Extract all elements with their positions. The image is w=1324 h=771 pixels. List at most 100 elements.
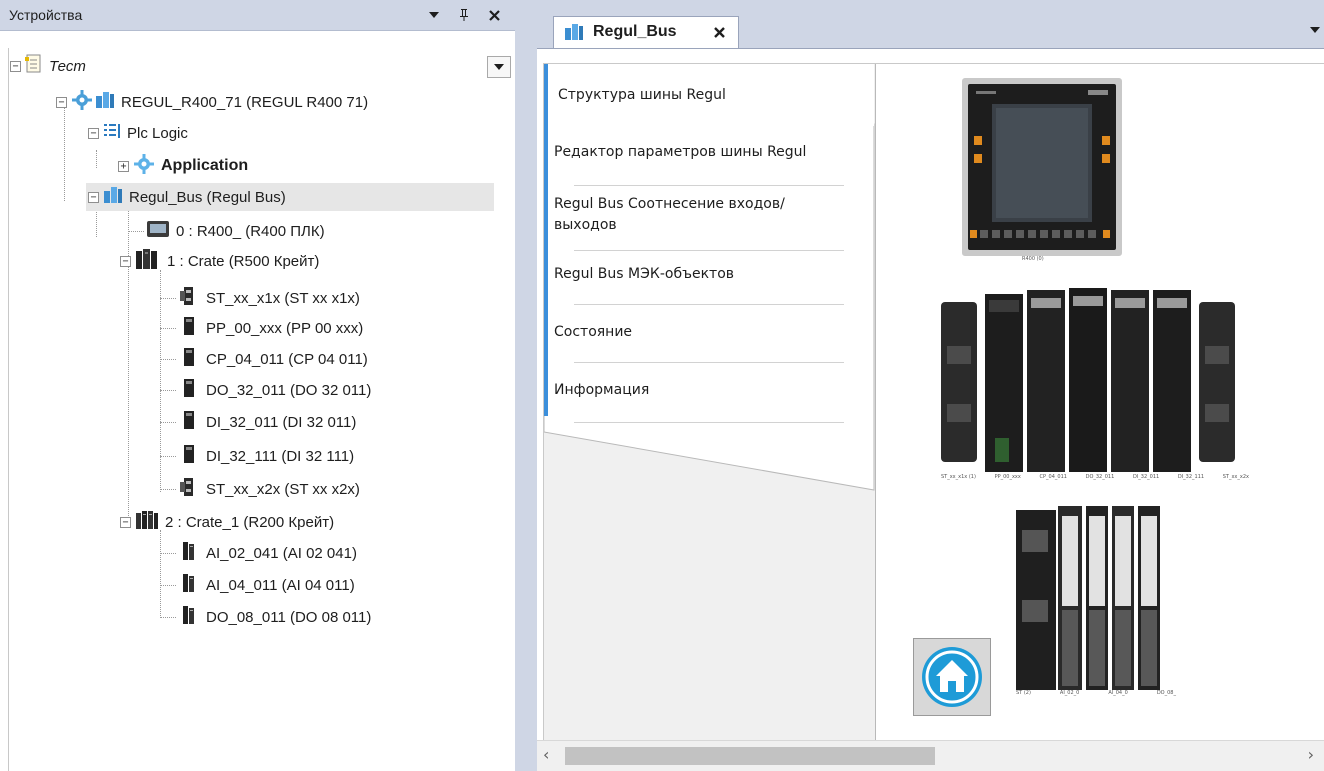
home-icon bbox=[922, 647, 982, 707]
tree-label: Regul_Bus (Regul Bus) bbox=[129, 188, 286, 206]
tab-overflow-dropdown-icon[interactable] bbox=[1310, 22, 1320, 36]
r500-crate-image[interactable]: ST_xx_x1x (1) PP_00_xxx CP_04_011 DO_32_… bbox=[941, 286, 1249, 488]
module-icon bbox=[178, 443, 200, 469]
vtab-bus-params-editor[interactable]: Редактор параметров шины Regul bbox=[544, 134, 874, 174]
home-button[interactable] bbox=[913, 638, 991, 716]
tree-label: Plc Logic bbox=[127, 124, 188, 142]
collapse-toggle[interactable]: − bbox=[88, 191, 99, 203]
vtab-label: Редактор параметров шины Regul bbox=[554, 144, 807, 160]
vtab-bus-structure[interactable]: Структура шины Regul bbox=[544, 64, 874, 126]
tree-label: CP_04_011 (CP 04 011) bbox=[206, 350, 368, 368]
application-gear-icon bbox=[133, 153, 155, 179]
vtab-label: Структура шины Regul bbox=[558, 87, 726, 103]
image-caption: DO_32_011 bbox=[1085, 474, 1115, 480]
tree-node-project[interactable]: − Тест bbox=[10, 52, 86, 80]
tab-close-icon[interactable] bbox=[714, 23, 725, 42]
tree-label: REGUL_R400_71 (REGUL R400 71) bbox=[121, 93, 369, 111]
tree-node-module[interactable]: PP_00_xxx (PP 00 xxx) bbox=[178, 314, 363, 342]
chevron-down-icon bbox=[494, 64, 504, 70]
tab-strip: Regul_Bus bbox=[531, 0, 1324, 48]
collapse-toggle[interactable]: − bbox=[88, 127, 99, 139]
tree-node-module[interactable]: ST_xx_x2x (ST xx x2x) bbox=[178, 475, 360, 503]
controller-module-icon bbox=[146, 219, 170, 243]
module-r200-icon bbox=[178, 604, 200, 630]
tree-node-plc[interactable]: − REGUL_R400_71 (REGUL R400 71) bbox=[56, 88, 368, 116]
editor-body: Структура шины Regul Редактор параметров… bbox=[537, 48, 1324, 771]
tree-label: DO_08_011 (DO 08 011) bbox=[206, 608, 372, 626]
tree-node-module[interactable]: DI_32_011 (DI 32 011) bbox=[178, 408, 356, 436]
dropdown-triangle-icon[interactable] bbox=[424, 5, 444, 25]
expand-toggle[interactable]: + bbox=[118, 160, 129, 172]
module-icon bbox=[178, 346, 200, 372]
r200-crate-image[interactable]: ST (2) AI_02_0 AI_04_0 DO_08_ bbox=[1016, 500, 1176, 710]
tree-label: 0 : R400_ (R400 ПЛК) bbox=[176, 222, 325, 240]
image-caption: ST_xx_x1x (1) bbox=[941, 474, 976, 480]
scroll-right-icon[interactable]: › bbox=[1308, 745, 1314, 764]
tree-node-module[interactable]: ST_xx_x1x (ST xx x1x) bbox=[178, 284, 360, 312]
tree-label: DI_32_011 (DI 32 011) bbox=[206, 413, 357, 431]
bus-icon bbox=[564, 22, 584, 46]
module-icon bbox=[178, 377, 200, 403]
image-caption: PP_00_xxx bbox=[994, 474, 1021, 480]
gear-icon bbox=[71, 89, 93, 115]
tree-label: Application bbox=[161, 157, 249, 174]
module-icon bbox=[178, 409, 200, 435]
tree-node-plc-logic[interactable]: − Plc Logic bbox=[88, 119, 188, 147]
editor-area: Regul_Bus Структура шины Regul Редактор … bbox=[531, 0, 1324, 771]
tree-node-application[interactable]: + Application bbox=[118, 152, 248, 180]
plc-device-icon bbox=[95, 90, 115, 114]
tree-node-module[interactable]: DO_08_011 (DO 08 011) bbox=[178, 603, 371, 631]
bus-structure-view: Структура шины Regul Редактор параметров… bbox=[543, 63, 1324, 746]
scroll-left-icon[interactable]: ‹ bbox=[543, 745, 549, 764]
panel-splitter[interactable] bbox=[515, 0, 531, 771]
tree-label: AI_02_041 (AI 02 041) bbox=[206, 544, 357, 562]
scrollbar-thumb[interactable] bbox=[565, 747, 935, 765]
tree-label: PP_00_xxx (PP 00 xxx) bbox=[206, 319, 364, 337]
tree-node-module[interactable]: AI_04_011 (AI 04 011) bbox=[178, 571, 355, 599]
image-caption: AI_02_0 bbox=[1059, 690, 1080, 696]
tree-node-module[interactable]: CP_04_011 (CP 04 011) bbox=[178, 345, 368, 373]
r400-panel-image[interactable]: R400 (0) bbox=[962, 78, 1122, 268]
crate-icon bbox=[135, 248, 161, 274]
vtab-io-mapping[interactable]: Regul Bus Соотнесение входов/выходов bbox=[544, 190, 874, 244]
tab-regul-bus[interactable]: Regul_Bus bbox=[553, 16, 739, 48]
vtab-label: Regul Bus МЭК-объектов bbox=[554, 266, 735, 282]
vtab-information[interactable]: Информация bbox=[544, 372, 874, 412]
tree-node-module[interactable]: DO_32_011 (DO 32 011) bbox=[178, 376, 371, 404]
image-caption: ST (2) bbox=[1016, 690, 1031, 696]
crate-r200-icon bbox=[135, 509, 159, 535]
tree-node-module[interactable]: AI_02_041 (AI 02 041) bbox=[178, 539, 357, 567]
image-caption: AI_04_0 bbox=[1108, 690, 1128, 696]
pin-icon[interactable] bbox=[454, 5, 474, 25]
image-caption: ST_xx_x2x bbox=[1222, 474, 1249, 480]
tree-node-crate[interactable]: − 1 : Crate (R500 Крейт) bbox=[120, 247, 319, 275]
tree-label: Тест bbox=[49, 57, 86, 75]
image-caption: CP_04_011 bbox=[1039, 474, 1067, 480]
vtab-iec-objects[interactable]: Regul Bus МЭК-объектов bbox=[544, 256, 874, 296]
tree-node-regul-bus[interactable]: − Regul_Bus (Regul Bus) bbox=[86, 183, 494, 211]
module-icon bbox=[178, 315, 200, 341]
project-icon bbox=[25, 54, 43, 78]
tree-node-module[interactable]: DI_32_111 (DI 32 111) bbox=[178, 442, 354, 470]
horizontal-scrollbar[interactable]: ‹ › bbox=[537, 740, 1324, 771]
tree-label: 2 : Crate_1 (R200 Крейт) bbox=[165, 513, 335, 531]
close-icon[interactable] bbox=[484, 5, 504, 25]
module-r200-icon bbox=[178, 572, 200, 598]
tree-node-r400[interactable]: 0 : R400_ (R400 ПЛК) bbox=[146, 217, 325, 245]
tree-filter-dropdown[interactable] bbox=[487, 56, 511, 78]
module-io-icon bbox=[178, 285, 200, 311]
collapse-toggle[interactable]: − bbox=[56, 96, 67, 108]
tree-label: 1 : Crate (R500 Крейт) bbox=[167, 252, 320, 270]
tree-label: AI_04_011 (AI 04 011) bbox=[206, 576, 355, 594]
collapse-toggle[interactable]: − bbox=[120, 516, 131, 528]
vtab-label: Состояние bbox=[554, 324, 633, 340]
collapse-toggle[interactable]: − bbox=[10, 60, 21, 72]
image-caption: DO_08_ bbox=[1156, 690, 1176, 696]
image-caption: R400 (0) bbox=[1022, 256, 1044, 262]
tree-node-crate-1[interactable]: − 2 : Crate_1 (R200 Крейт) bbox=[120, 508, 334, 536]
vtab-status[interactable]: Состояние bbox=[544, 314, 874, 354]
devices-panel: Устройства − Тест − REGUL_R400_71 (REGUL… bbox=[0, 0, 515, 771]
collapse-toggle[interactable]: − bbox=[120, 255, 131, 267]
plc-logic-icon bbox=[103, 122, 121, 144]
tree-label: ST_xx_x2x (ST xx x2x) bbox=[206, 480, 360, 498]
